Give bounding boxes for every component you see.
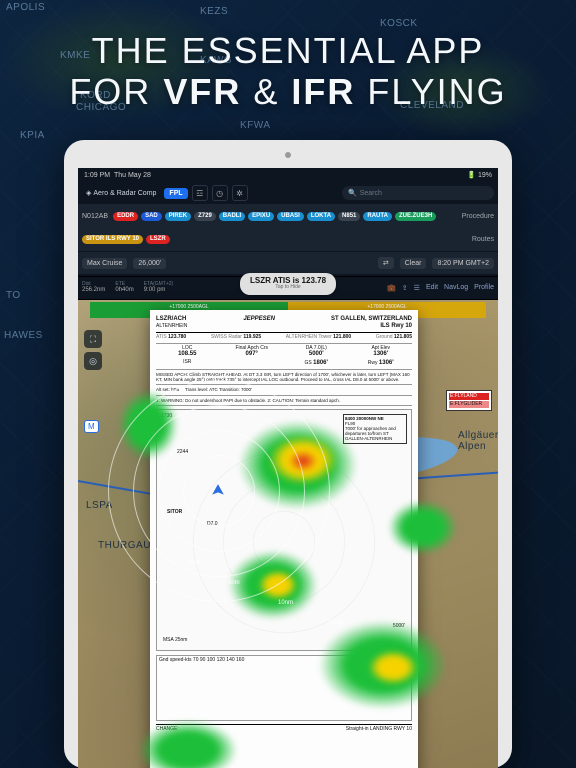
dest-chip[interactable]: LSZR: [146, 235, 170, 244]
battery-icon: 🔋: [467, 172, 476, 179]
headline-line1: THE ESSENTIAL APP: [92, 30, 485, 71]
clear-button[interactable]: Clear: [400, 258, 427, 269]
status-date: Thu May 28: [114, 172, 151, 179]
list-icon[interactable]: ☰: [414, 284, 420, 292]
briefcase-icon[interactable]: 💼: [387, 284, 396, 292]
waypoint-chip[interactable]: LOKTA: [307, 212, 335, 221]
radar-echo: [138, 720, 238, 768]
waypoint-chip[interactable]: UBASI: [277, 212, 304, 221]
status-battery: 19%: [478, 172, 492, 179]
time-display: 8:20 PM GMT+2: [432, 258, 494, 269]
top-toolbar: ◈ Aero & Radar Comp FPL ☲ ◷ ✲ 🔍Search N0…: [78, 182, 498, 300]
settings-icon[interactable]: ✲: [232, 185, 248, 201]
headline-vfr: VFR: [163, 71, 241, 112]
map-marker[interactable]: M: [84, 420, 99, 433]
layer-selector[interactable]: ◈ Aero & Radar Comp: [82, 187, 160, 199]
radar-echo: [388, 500, 458, 555]
layers-icon[interactable]: ☲: [192, 185, 208, 201]
map-label: HAWES: [4, 330, 43, 341]
altitude-selector[interactable]: 26,000': [133, 258, 166, 269]
profile-button[interactable]: Profile: [474, 284, 494, 292]
edit-button[interactable]: Edit: [426, 284, 438, 292]
map-area[interactable]: +17000 2500AGL +17000 2500AGL M LSPA THU…: [78, 300, 498, 768]
aircraft-id[interactable]: N012AB: [82, 213, 108, 220]
airspace-legend: E:FLYLAND E:FLYGLIDER: [446, 390, 492, 411]
tablet-screen: 1:09 PM Thu May 28 🔋 19% ◈ Aero & Radar …: [78, 168, 498, 768]
search-input[interactable]: 🔍Search: [342, 186, 494, 200]
chart-briefing-strip: LOC108.55 Final Apch Crs097° DA 7.0(L)50…: [156, 344, 412, 371]
timer-icon[interactable]: ◷: [212, 185, 228, 201]
status-time: 1:09 PM: [84, 172, 110, 179]
ownship-icon: [211, 483, 225, 497]
waypoint-chip[interactable]: N851: [338, 212, 360, 221]
swap-button[interactable]: ⇄: [378, 257, 394, 269]
ring-label: 15nm: [328, 620, 343, 626]
waypoint-chip[interactable]: EDDR: [113, 212, 138, 221]
share-icon[interactable]: ⇪: [402, 284, 408, 292]
distance-value: 256.2nm: [82, 287, 105, 293]
route-strip[interactable]: N012AB EDDR SAD PIREK Z729 BADLI EPIXU U…: [78, 204, 498, 228]
headline-ifr: IFR: [291, 71, 355, 112]
search-icon: 🔍: [348, 189, 357, 197]
fullscreen-icon[interactable]: ⛶: [84, 330, 102, 348]
waypoint-chip[interactable]: Z729: [194, 212, 216, 221]
waypoint-chip[interactable]: BADLI: [219, 212, 245, 221]
ring-label: 3mm: [188, 560, 201, 566]
flight-info-bar: Dist256.2nm ETE0h40m ETA(GMT+2)9:00 pm L…: [78, 276, 498, 299]
map-label: KEZS: [200, 6, 228, 17]
map-label: KFWA: [240, 120, 271, 131]
map-label: APOLIS: [6, 2, 45, 13]
ring-label: 10nm: [278, 600, 293, 606]
speed-selector[interactable]: Max Cruise: [82, 258, 127, 269]
map-label: KOSCK: [380, 18, 418, 29]
navlog-button[interactable]: NavLog: [444, 284, 468, 292]
locate-icon[interactable]: ◎: [84, 352, 102, 370]
tablet-bezel: 1:09 PM Thu May 28 🔋 19% ◈ Aero & Radar …: [64, 140, 512, 768]
eta-value: 9:00 pm: [144, 287, 166, 293]
fpl-button[interactable]: FPL: [164, 188, 187, 199]
waypoint-chip[interactable]: SAD: [141, 212, 162, 221]
radar-echo: [368, 650, 418, 685]
ring-label: 5nm: [228, 580, 240, 586]
marketing-headline: THE ESSENTIAL APP FOR VFR & IFR FLYING: [0, 30, 576, 113]
routes-button[interactable]: Routes: [472, 236, 494, 243]
waypoint-chip[interactable]: PIREK: [165, 212, 191, 221]
waypoint-chip[interactable]: ZUE.ZUE3H: [395, 212, 436, 221]
atis-pill[interactable]: LSZR ATIS is 123.78 Tap to Hide: [240, 273, 336, 295]
waypoint-chip[interactable]: RAUTA: [363, 212, 392, 221]
map-label: KPIA: [20, 130, 45, 141]
map-label: Allgäuer Alpen: [458, 430, 498, 452]
headline-line2-pre: FOR: [69, 71, 163, 112]
status-bar: 1:09 PM Thu May 28 🔋 19%: [78, 168, 498, 182]
map-label: TO: [6, 290, 21, 301]
ete-value: 0h40m: [115, 287, 133, 293]
procedure-button[interactable]: Procedure: [462, 213, 494, 220]
approach-chip[interactable]: SITOR ILS RWY 10: [82, 235, 143, 244]
waypoint-chip[interactable]: EPIXU: [248, 212, 274, 221]
jeppesen-logo: JEPPESEN: [243, 316, 275, 330]
